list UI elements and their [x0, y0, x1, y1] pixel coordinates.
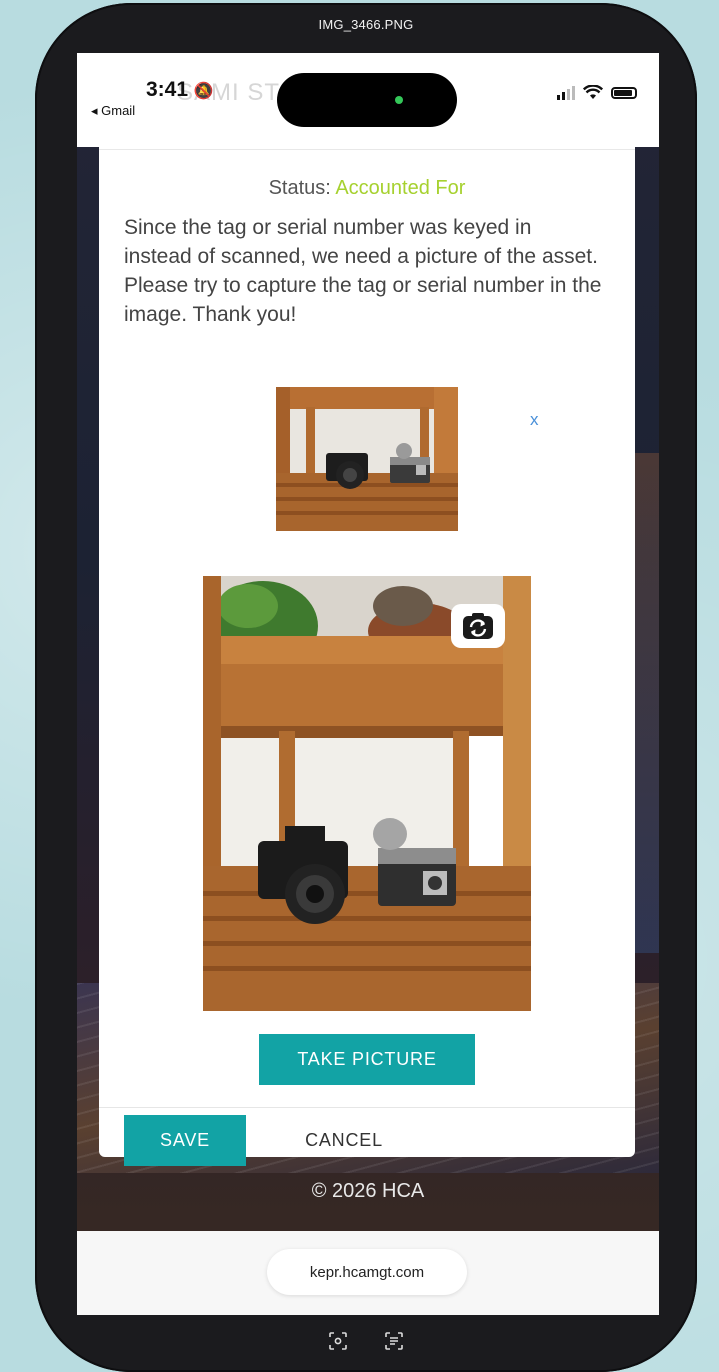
captured-photo-thumbnail [276, 387, 458, 531]
status-bar: SAMI ST MPSMU 3:41 🔕 ◂ Gmail [77, 53, 659, 147]
phone-screen: SAMI ST MPSMU 3:41 🔕 ◂ Gmail [77, 53, 659, 1315]
status-icons [557, 85, 637, 100]
signal-icon [557, 85, 575, 100]
copyright-text: © 2026 HCA [311, 1180, 425, 1202]
bell-slash-icon: 🔕 [193, 83, 214, 100]
cancel-button[interactable]: CANCEL [284, 1115, 404, 1166]
divider [99, 1107, 635, 1108]
text-scan-icon[interactable] [384, 1331, 404, 1351]
camera-preview [203, 576, 531, 1011]
switch-camera-button[interactable] [451, 604, 505, 648]
wifi-icon [583, 85, 603, 99]
remove-photo-button[interactable]: x [530, 410, 539, 430]
phone-frame: IMG_3466.PNG SAMI ST MPSMU 3:41 🔕 ◂ Gmai… [35, 3, 697, 1372]
camera-indicator-dot [395, 96, 403, 104]
url-field[interactable]: kepr.hcamgt.com [267, 1249, 467, 1295]
back-to-app-link[interactable]: ◂ Gmail [91, 103, 135, 119]
switch-camera-icon [463, 613, 493, 639]
file-title: IMG_3466.PNG [318, 17, 414, 32]
asset-photo-card: Status: Accounted For Since the tag or s… [99, 147, 635, 1166]
browser-address-bar: kepr.hcamgt.com [77, 1231, 659, 1315]
status-line: Status: Accounted For [99, 177, 635, 200]
focus-camera-icon[interactable] [328, 1331, 348, 1351]
take-picture-button[interactable]: TAKE PICTURE [259, 1034, 475, 1085]
instructions-text: Since the tag or serial number was keyed… [124, 216, 602, 326]
clock: 3:41 🔕 [146, 78, 214, 102]
divider [99, 149, 635, 150]
clock-time: 3:41 [146, 78, 189, 101]
dynamic-island [277, 73, 457, 127]
thumbnail-image [276, 387, 458, 531]
save-button[interactable]: SAVE [124, 1115, 246, 1166]
status-value: Accounted For [335, 177, 466, 199]
status-label: Status: [268, 177, 331, 199]
bottom-toolbar [35, 1331, 697, 1351]
battery-icon [611, 86, 637, 99]
background-glow [635, 453, 659, 953]
